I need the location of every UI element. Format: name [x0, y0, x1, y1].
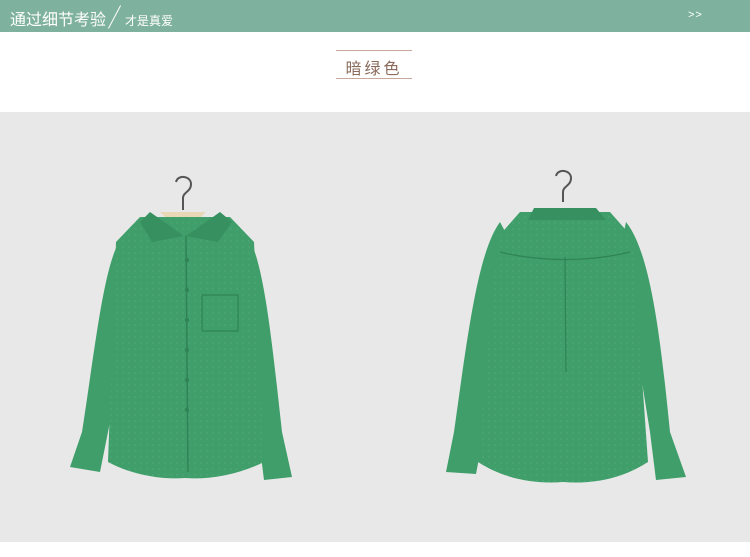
banner-subtitle: 才是真爱 — [125, 14, 174, 28]
banner-divider — [107, 5, 122, 29]
shirt-front-icon — [70, 176, 292, 480]
more-arrow-link[interactable]: >> — [688, 9, 703, 21]
color-label-top-rule — [336, 50, 412, 51]
product-photo — [0, 112, 750, 542]
banner-title: 通过细节考验 — [10, 10, 107, 29]
shirt-back-icon — [446, 170, 686, 483]
color-label: 暗绿色 — [345, 59, 403, 78]
shirt-illustration — [70, 170, 686, 483]
section-banner: 通过细节考验 才是真爱 >> — [0, 0, 750, 32]
